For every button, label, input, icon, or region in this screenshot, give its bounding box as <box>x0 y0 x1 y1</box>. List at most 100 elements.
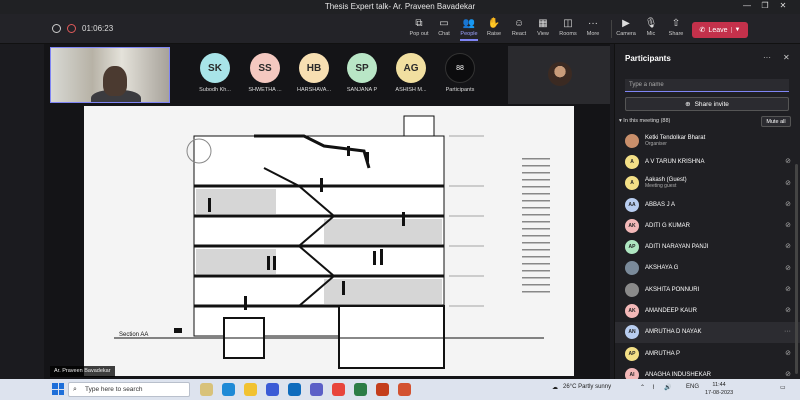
panel-title: Participants <box>625 54 671 63</box>
list-item[interactable]: AN AMRUTHA D NAYAK ··· <box>615 321 800 343</box>
avatar: HB <box>299 53 329 83</box>
participant-name: Subodh Kh... <box>199 87 231 93</box>
powerpoint-icon[interactable] <box>376 383 389 396</box>
participant-tile[interactable]: SP SANJANA P <box>340 53 384 93</box>
mic-off-icon: ⊘ <box>785 286 791 294</box>
weather-text[interactable]: 26°C Partly sunny <box>563 384 611 390</box>
leave-button[interactable]: ✆ Leave ▼ <box>692 22 748 38</box>
network-icon[interactable]: ⌇ <box>652 384 655 391</box>
notification-icon[interactable]: ▭ <box>780 384 786 391</box>
avatar: AG <box>396 53 426 83</box>
meeting-timer: 01:06:23 <box>82 24 114 33</box>
participant-name: ASHISH M... <box>395 87 427 93</box>
chevron-down-icon: ▾ <box>619 118 622 124</box>
avatar: AA <box>625 197 639 212</box>
maximize-icon[interactable]: ❐ <box>758 1 772 10</box>
avatar: SP <box>347 53 377 83</box>
participant-tile[interactable]: SK Subodh Kh... <box>193 53 237 93</box>
participant-list: Ketki Tendolkar Bharat Organiser A A V TA… <box>615 130 800 386</box>
avatar <box>625 261 639 276</box>
more-button[interactable]: ··· More <box>578 18 608 37</box>
avatar: A <box>625 154 639 169</box>
mail-icon[interactable] <box>288 383 301 396</box>
phone-icon: ✆ <box>699 27 706 34</box>
volume-icon[interactable]: 🔊 <box>664 384 671 391</box>
participants-count-label: Participants <box>445 87 475 93</box>
avatar: SK <box>200 53 230 83</box>
excel-icon[interactable] <box>354 383 367 396</box>
share-invite-button[interactable]: ⊕ Share invite <box>625 97 789 111</box>
meeting-status: 01:06:23 <box>52 24 113 33</box>
avatar: AK <box>625 304 639 319</box>
avatar <box>625 282 639 297</box>
presenter-name: Ar. Praveen Bavadekar <box>50 366 115 377</box>
mute-all-button[interactable]: Mute all <box>761 116 791 127</box>
mic-off-icon: ⊘ <box>785 200 791 208</box>
participant-tile[interactable]: SS SHWETHA ... <box>243 53 287 93</box>
share-button[interactable]: ⇧ Share <box>661 18 691 37</box>
participant-tile[interactable]: HB HARSHAVA... <box>292 53 336 93</box>
minimize-icon[interactable]: — <box>740 1 754 10</box>
mic-off-icon: ⊘ <box>785 349 791 357</box>
section-label: Section AA <box>119 332 148 338</box>
chrome-icon[interactable] <box>332 383 345 396</box>
section-drawing: Section AA <box>114 115 550 369</box>
edge-icon[interactable] <box>222 383 235 396</box>
list-item[interactable]: AK AMANDEEP KAUR ⊘ <box>615 300 800 321</box>
list-item[interactable]: AK ADITI G KUMAR ⊘ <box>615 215 800 236</box>
folder-icon[interactable] <box>244 383 257 396</box>
teams-icon[interactable] <box>310 383 323 396</box>
recording-icon <box>67 24 76 33</box>
store-icon[interactable] <box>266 383 279 396</box>
shared-screen: Section AA <box>84 106 574 376</box>
taskbar-search-input[interactable]: ⌕ Type here to search <box>68 382 190 397</box>
scrollbar[interactable] <box>795 164 798 374</box>
weather-icon[interactable]: ☁ <box>552 384 558 391</box>
in-meeting-header[interactable]: ▾ In this meeting (88) <box>619 118 670 124</box>
chevron-down-icon[interactable]: ▼ <box>730 27 740 33</box>
list-item[interactable]: AP ADITI NARAYAN PANJI ⊘ <box>615 236 800 257</box>
mic-off-icon: ⊘ <box>785 371 791 379</box>
list-item[interactable]: AA ABBAS J A ⊘ <box>615 194 800 215</box>
search-icon: ⌕ <box>73 386 77 393</box>
language-indicator[interactable]: ENG <box>686 384 699 390</box>
more-options-icon[interactable]: ··· <box>763 53 771 62</box>
mic-off-icon: ⊘ <box>785 158 791 166</box>
window-title: Thesis Expert talk- Ar. Praveen Bavadeka… <box>324 2 476 11</box>
taskbar-clock[interactable]: 11:44 17-08-2023 <box>705 381 733 397</box>
remote-video-tile[interactable] <box>508 46 610 104</box>
app-icon[interactable] <box>200 383 213 396</box>
title-bar: Thesis Expert talk- Ar. Praveen Bavadeka… <box>0 0 800 14</box>
list-item[interactable]: A A V TARUN KRISHNA ⊘ <box>615 151 800 172</box>
participant-name: SHWETHA ... <box>248 87 282 93</box>
mic-off-icon: ⊘ <box>785 179 791 187</box>
chevron-up-icon[interactable]: ⌃ <box>640 384 645 391</box>
participants-count-tile[interactable]: 88 Participants <box>438 53 482 93</box>
add-person-icon: ⊕ <box>685 101 691 108</box>
shield-icon <box>52 24 61 33</box>
avatar: AP <box>625 346 639 361</box>
more-options-icon[interactable]: ··· <box>784 328 791 335</box>
windows-start-icon[interactable] <box>52 383 64 395</box>
mic-off-icon: ⊘ <box>785 307 791 315</box>
close-icon[interactable]: ✕ <box>776 1 790 10</box>
mic-off-icon: ⊘ <box>785 222 791 230</box>
list-item[interactable]: AKSHITA PONNURI ⊘ <box>615 279 800 300</box>
avatar: AP <box>625 240 639 255</box>
more-icon: ··· <box>588 18 598 29</box>
participants-panel: Participants ··· ✕ Type a name ⊕ Share i… <box>614 44 800 382</box>
close-icon[interactable]: ✕ <box>783 53 790 62</box>
avatar: SS <box>250 53 280 83</box>
avatar: A <box>625 176 639 191</box>
list-item[interactable]: A Aakash (Guest) Meeting guest ⊘ <box>615 173 800 194</box>
participant-tile[interactable]: AG ASHISH M... <box>389 53 433 93</box>
self-video-tile[interactable] <box>50 47 170 103</box>
search-input[interactable]: Type a name <box>625 79 789 92</box>
list-item[interactable]: AP AMRUTHA P ⊘ <box>615 343 800 364</box>
list-item[interactable]: Ketki Tendolkar Bharat Organiser <box>615 130 800 151</box>
list-item[interactable]: AKSHAYA G ⊘ <box>615 258 800 279</box>
meeting-toolbar: 01:06:23 ⧉ Pop out ▭ Chat 👥 People ✋ Raise ☺… <box>0 14 800 44</box>
pdf-icon[interactable] <box>398 383 411 396</box>
avatar <box>548 62 572 86</box>
participant-name: SANJANA P <box>346 87 378 93</box>
